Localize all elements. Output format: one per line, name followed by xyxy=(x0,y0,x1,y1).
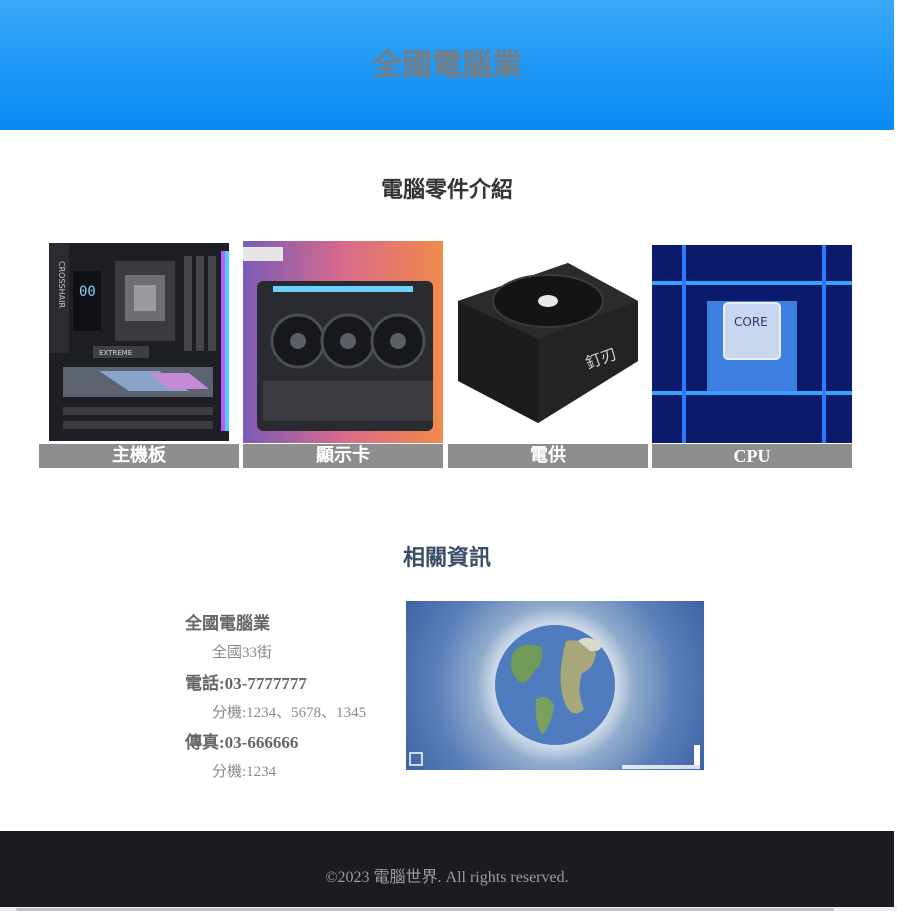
horizontal-scrollbar[interactable] xyxy=(0,907,897,911)
svg-text:CROSSHAIR: CROSSHAIR xyxy=(57,261,66,308)
cpu-image[interactable]: CORE xyxy=(652,241,852,443)
company-name: 全國電腦業 xyxy=(185,614,270,633)
part-label-power-supply: 電供 xyxy=(448,444,648,468)
part-card-power-supply[interactable]: 釘刃 電供 xyxy=(448,241,648,468)
copyright-text: ©2023 電腦世界. All rights reserved. xyxy=(325,869,569,886)
part-label-motherboard: 主機板 xyxy=(39,444,239,468)
svg-text:CORE: CORE xyxy=(734,315,768,329)
part-card-motherboard[interactable]: CROSSHAIR 00 EXTREME 主機板 xyxy=(39,241,239,468)
motherboard-image[interactable]: CROSSHAIR 00 EXTREME xyxy=(39,241,239,443)
part-label-cpu: CPU xyxy=(652,444,852,468)
site-header: 全國電腦業 xyxy=(0,0,894,130)
phone-number: 電話:03-7777777 xyxy=(185,674,307,693)
power-supply-image[interactable]: 釘刃 xyxy=(448,241,648,443)
svg-text:00: 00 xyxy=(79,284,96,300)
fax-extension: 分機:1234 xyxy=(212,764,277,780)
phone-extensions: 分機:1234、5678、1345 xyxy=(212,705,367,721)
fax-number: 傳真:03-666666 xyxy=(185,733,299,752)
parts-section-title: 電腦零件介紹 xyxy=(380,178,513,203)
company-address: 全國33街 xyxy=(212,645,273,661)
map-fullscreen-icon xyxy=(409,752,423,766)
part-card-graphics-card[interactable]: 顯示卡 xyxy=(243,241,443,468)
svg-text:EXTREME: EXTREME xyxy=(99,349,132,357)
location-map[interactable] xyxy=(406,601,704,770)
site-title: 全國電腦業 xyxy=(372,48,522,83)
site-footer: ©2023 電腦世界. All rights reserved. xyxy=(0,831,894,907)
part-label-graphics-card: 顯示卡 xyxy=(243,444,443,468)
part-card-cpu[interactable]: CORE CPU xyxy=(652,241,852,468)
graphics-card-image[interactable] xyxy=(243,241,443,443)
info-section-title: 相關資訊 xyxy=(402,546,491,571)
